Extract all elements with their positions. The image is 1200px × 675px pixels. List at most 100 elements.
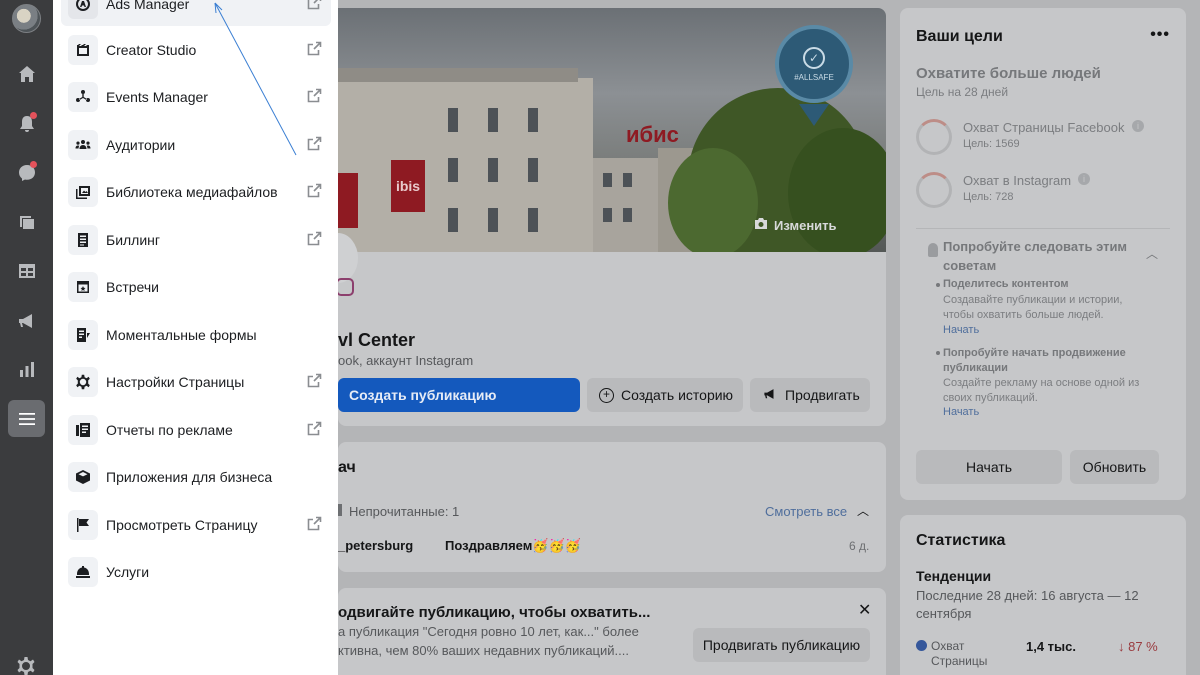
promote-post-label: Продвигать публикацию — [702, 637, 861, 653]
building-lettering: ибис — [626, 122, 679, 147]
close-icon[interactable]: ✕ — [858, 600, 871, 620]
create-story-button[interactable]: + Создать историю — [587, 378, 743, 412]
menu-item-label: Отчеты по рекламе — [106, 422, 233, 438]
cover-photo[interactable]: ibis ибис ✓ #ALLSAFE Изменить — [338, 8, 886, 252]
tip2-start-link[interactable]: Начать — [943, 406, 979, 418]
tree — [668, 148, 758, 252]
messages-icon[interactable] — [8, 154, 45, 191]
menu-item-ad-reports[interactable]: Отчеты по рекламе — [61, 408, 331, 452]
window — [528, 208, 538, 232]
promote-post-card: одвигайте публикацию, чтобы охватить... … — [338, 588, 886, 675]
grid-icon[interactable] — [8, 252, 45, 289]
goal1-label: Охват Страницы Facebook — [963, 120, 1125, 135]
menu-item-billing[interactable]: Биллинг — [61, 218, 331, 262]
info-icon[interactable]: i — [1078, 173, 1090, 185]
change-cover-button[interactable]: Изменить — [754, 217, 837, 233]
tip1-body: Создавайте публикации и истории, чтобы о… — [943, 294, 1123, 321]
menu-item-page-settings[interactable]: Настройки Страницы — [61, 360, 331, 404]
menu-item-label: Библиотека медиафайлов — [106, 184, 278, 200]
insights-bar-chart-icon[interactable] — [8, 351, 45, 388]
home-icon[interactable] — [8, 55, 45, 92]
external-link-icon — [307, 516, 322, 531]
menu-item-services[interactable]: Услуги — [61, 550, 331, 594]
settings-gear-icon[interactable] — [16, 656, 36, 675]
stats-title: Статистика — [916, 532, 1006, 549]
more-options-icon[interactable]: ••• — [1150, 26, 1170, 44]
external-link-icon — [307, 231, 322, 246]
start-label: Начать — [965, 459, 1013, 475]
menu-item-label: Events Manager — [106, 89, 208, 105]
goal1-progress-ring — [916, 119, 952, 155]
billing-icon — [68, 225, 98, 255]
trends-title: Тенденции — [916, 568, 992, 584]
menu-item-appointments[interactable]: Встречи — [61, 265, 331, 309]
create-post-button[interactable]: Создать публикацию — [338, 378, 580, 412]
ads-megaphone-icon[interactable] — [8, 302, 45, 339]
building-left — [338, 78, 593, 252]
promote-button[interactable]: Продвигать — [750, 378, 870, 412]
menu-item-label: Моментальные формы — [106, 327, 257, 343]
media-library-icon — [68, 177, 98, 207]
tip1-start-link[interactable]: Начать — [943, 324, 979, 336]
business-apps-icon — [68, 462, 98, 492]
window — [528, 158, 538, 182]
profile-card: ibis ибис ✓ #ALLSAFE Изменить vl Center … — [318, 8, 886, 426]
goal2-label: Охват в Instagram — [963, 173, 1072, 188]
message-sender[interactable]: _petersburg — [338, 538, 413, 553]
audiences-icon — [68, 130, 98, 160]
bullet — [936, 351, 940, 355]
notifications-icon[interactable] — [8, 105, 45, 142]
update-button[interactable]: Обновить — [1070, 450, 1159, 484]
goal1-target: Цель: 1569 — [963, 138, 1020, 150]
add-story-icon: + — [599, 387, 614, 403]
create-post-label: Создать публикацию — [349, 387, 497, 403]
tips-collapse-chevron-icon[interactable]: ︿ — [1146, 245, 1158, 262]
events-manager-icon — [68, 82, 98, 112]
goal2-target: Цель: 728 — [963, 191, 1014, 203]
promote-post-button[interactable]: Продвигать публикацию — [693, 628, 870, 662]
menu-item-media-library[interactable]: Библиотека медиафайлов — [61, 170, 331, 214]
menu-item-label: Встречи — [106, 279, 159, 295]
ads-manager-icon — [68, 0, 98, 19]
trends-range: Последние 28 дней: 16 августа — 12 сентя… — [916, 588, 1139, 621]
pages-icon[interactable] — [8, 203, 45, 240]
view-page-flag-icon — [68, 510, 98, 540]
left-nav-rail — [0, 0, 53, 675]
ad-reports-icon — [68, 415, 98, 445]
message-preview[interactable]: Поздравляем🥳🥳🥳 — [445, 538, 581, 554]
external-link-icon — [307, 373, 322, 388]
window — [528, 108, 538, 132]
window — [488, 208, 498, 232]
megaphone-icon — [762, 387, 778, 404]
menu-item-instant-forms[interactable]: Моментальные формы — [61, 313, 331, 357]
inbox-title: ач — [338, 459, 356, 476]
menu-item-business-apps[interactable]: Приложения для бизнеса — [61, 455, 331, 499]
goals-card: Ваши цели ••• Охватите больше людей Цель… — [900, 8, 1186, 500]
promo-title: одвигайте публикацию, чтобы охватить... — [338, 604, 651, 621]
start-button[interactable]: Начать — [916, 450, 1062, 484]
change-cover-label: Изменить — [774, 217, 837, 233]
annotation-arrow — [214, 2, 297, 156]
page-avatar[interactable] — [12, 4, 41, 33]
menu-item-label: Ads Manager — [106, 0, 190, 12]
all-tools-menu-icon[interactable] — [8, 400, 45, 437]
promo-line-1: а публикация "Сегодня ровно 10 лет, как.… — [338, 624, 639, 639]
window — [488, 108, 498, 132]
lightbulb-icon — [928, 243, 938, 257]
window — [603, 173, 612, 187]
building-cornice — [338, 68, 578, 82]
goals-heading: Охватите больше людей — [916, 65, 1101, 82]
collapse-chevron-icon[interactable]: ︿ — [857, 502, 869, 519]
appointments-icon — [68, 272, 98, 302]
instant-forms-icon — [68, 320, 98, 350]
window — [623, 173, 632, 187]
see-all-link[interactable]: Смотреть все — [765, 504, 847, 519]
info-icon[interactable]: i — [1132, 120, 1144, 132]
create-story-label: Создать историю — [621, 387, 734, 403]
instagram-icon — [336, 278, 354, 296]
page-subtitle: ook, аккаунт Instagram — [338, 353, 474, 368]
tips-section: Попробуйте следовать этим советам ︿ Поде… — [916, 228, 1170, 444]
tip1-title: Поделитесь контентом — [943, 278, 1069, 290]
window — [623, 208, 632, 222]
menu-item-view-page[interactable]: Просмотреть Страницу — [61, 503, 331, 547]
